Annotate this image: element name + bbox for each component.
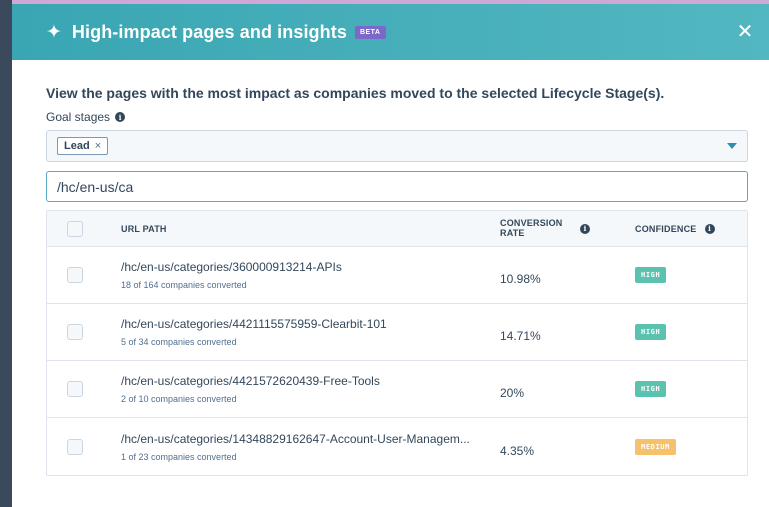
row-checkbox[interactable] [67,324,83,340]
goal-stage-tag: Lead × [57,137,109,155]
row-checkbox[interactable] [67,381,83,397]
confidence-info-icon[interactable]: i [704,223,715,234]
pages-table: URL PATH CONVERSION RATE i CONFIDENCE i … [46,210,748,476]
header-conversion-rate-label: CONVERSION RATE [500,217,563,238]
row-checkbox[interactable] [67,438,83,455]
modal-title: High-impact pages and insights [71,21,347,42]
modal-heading: View the pages with the most impact as c… [46,85,665,101]
beta-badge: BETA [354,25,386,39]
companies-converted: 5 of 34 companies converted [121,337,237,347]
url-path-link[interactable]: /hc/en-us/categories/14348829162647-Acco… [121,432,500,446]
background-app-rail [0,0,12,507]
confidence-badge: HIGH [635,381,667,397]
table-row: /hc/en-us/categories/14348829162647-Acco… [47,418,747,475]
row-checkbox[interactable] [67,267,83,283]
url-search-input[interactable] [46,171,748,202]
conversion-rate-value: 10.98% [500,272,541,286]
table-row: /hc/en-us/categories/360000913214-APIs 1… [47,247,747,304]
url-path-link[interactable]: /hc/en-us/categories/360000913214-APIs [121,260,500,274]
goal-stage-tag-label: Lead [64,140,90,152]
conversion-rate-value: 20% [500,386,525,400]
chevron-down-icon[interactable] [727,143,737,149]
conversion-rate-value: 14.71% [500,329,541,343]
header-confidence-label: CONFIDENCE [635,223,697,234]
header-url-path[interactable]: URL PATH [105,224,500,234]
modal-header: ✦ High-impact pages and insights BETA ✕ [12,4,769,60]
url-path-link[interactable]: /hc/en-us/categories/4421572620439-Free-… [121,374,500,388]
companies-converted: 2 of 10 companies converted [121,394,237,404]
table-header: URL PATH CONVERSION RATE i CONFIDENCE i [47,211,747,247]
goal-stages-select[interactable]: Lead × [46,130,748,162]
companies-converted: 1 of 23 companies converted [121,451,237,462]
goal-stages-info-icon[interactable]: i [115,112,126,122]
insights-modal: ✦ High-impact pages and insights BETA ✕ … [12,4,769,507]
companies-converted: 18 of 164 companies converted [121,280,247,290]
goal-stages-label-row: Goal stages i [46,110,748,124]
close-icon[interactable]: ✕ [735,22,755,42]
conversion-rate-info-icon[interactable]: i [580,223,590,234]
conversion-rate-value: 4.35% [500,443,535,458]
sparkle-icon: ✦ [46,21,62,43]
header-confidence[interactable]: CONFIDENCE i [635,223,747,234]
goal-stages-label: Goal stages [46,110,111,124]
confidence-badge: HIGH [635,267,667,283]
confidence-badge: HIGH [635,324,667,340]
select-all-checkbox[interactable] [67,220,83,237]
tag-remove-icon[interactable]: × [95,140,101,152]
modal-content: View the pages with the most impact as c… [12,85,769,476]
header-conversion-rate[interactable]: CONVERSION RATE i [500,217,635,239]
table-row: /hc/en-us/categories/4421115575959-Clear… [47,304,747,361]
url-path-link[interactable]: /hc/en-us/categories/4421115575959-Clear… [121,317,500,331]
table-row: /hc/en-us/categories/4421572620439-Free-… [47,361,747,418]
confidence-badge: MEDIUM [635,438,676,455]
